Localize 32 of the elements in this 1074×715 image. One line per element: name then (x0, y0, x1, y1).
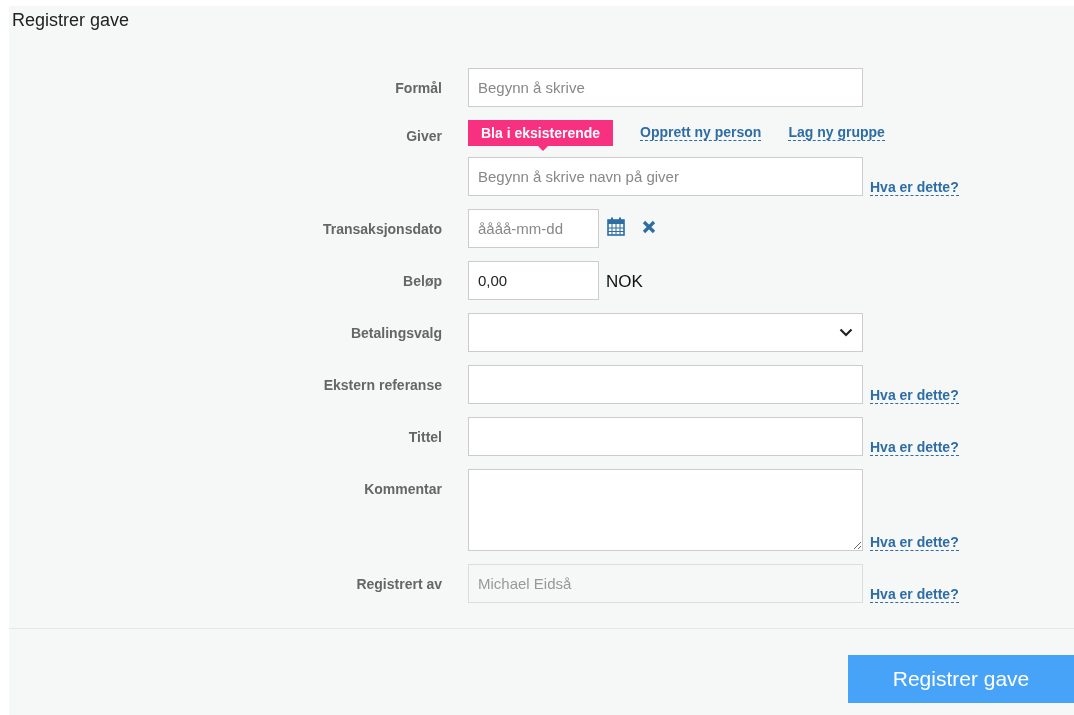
help-link[interactable]: Hva er dette? (870, 440, 959, 456)
help-link[interactable]: Hva er dette? (870, 180, 959, 196)
select-field[interactable] (468, 313, 863, 352)
field-label: Registrert av (356, 575, 442, 594)
close-icon[interactable] (642, 220, 656, 234)
text-area[interactable] (468, 469, 863, 551)
tab[interactable]: Opprett ny person (640, 124, 762, 141)
text-field[interactable] (468, 417, 863, 456)
amount-field[interactable]: 0,00 (468, 261, 599, 300)
field-label: Giver (406, 127, 442, 146)
field-label: Betalingsvalg (350, 324, 442, 343)
help-link[interactable]: Hva er dette? (870, 535, 959, 551)
page-title: Registrer gave (11, 9, 131, 32)
tab[interactable]: Bla i eksisterende (468, 120, 614, 151)
field-label: Formål (395, 79, 442, 98)
date-field[interactable]: åååå-mm-dd (468, 209, 599, 248)
text-field[interactable]: Michael Eidså (468, 564, 863, 603)
text-field[interactable] (468, 365, 863, 404)
text-field[interactable]: Begynn å skrive (468, 68, 863, 107)
text-field[interactable]: Begynn å skrive navn på giver (468, 157, 863, 196)
help-link[interactable]: Hva er dette? (870, 388, 959, 404)
field-label: Transaksjonsdato (322, 220, 442, 239)
help-link[interactable]: Hva er dette? (870, 587, 959, 603)
field-label: Tittel (408, 428, 442, 447)
tab[interactable]: Lag ny gruppe (788, 124, 885, 141)
currency-label: NOK (606, 271, 643, 293)
field-label: Ekstern referanse (323, 376, 442, 395)
field-label: Beløp (403, 272, 442, 291)
submit-button[interactable]: Registrer gave (848, 655, 1074, 703)
calendar-icon[interactable] (607, 217, 625, 236)
field-label: Kommentar (364, 480, 442, 499)
chevron-down-icon (839, 328, 853, 337)
